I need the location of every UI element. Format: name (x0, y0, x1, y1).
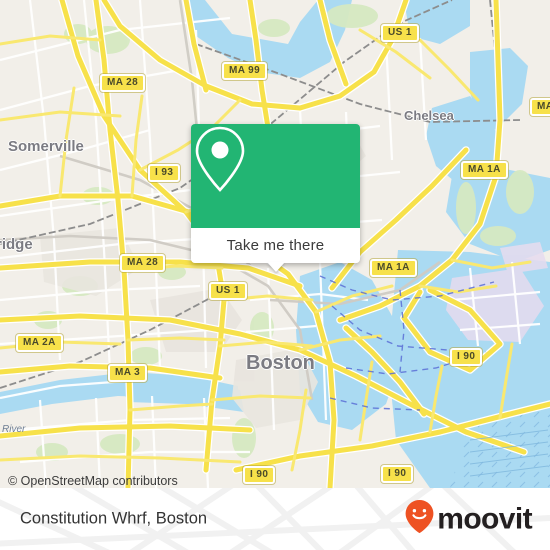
osm-attribution[interactable]: © OpenStreetMap contributors (8, 474, 178, 488)
road-shield: MA 99 (222, 62, 268, 80)
road-shield: MA 28 (120, 254, 166, 272)
road-shield: I 93 (148, 164, 181, 182)
river-label: River (2, 424, 26, 435)
popup-action-bar[interactable]: Take me there (191, 228, 360, 272)
road-shield: US 1 (209, 282, 247, 300)
map-canvas[interactable]: US 1 MA 99 MA MA 28 I 93 MA 1A MA 28 US 1 MA 1A M… (0, 0, 550, 488)
moovit-logo[interactable]: moovit (405, 500, 533, 539)
location-popup-card[interactable]: Take me there (191, 124, 360, 272)
moovit-map-screen: US 1 MA 99 MA MA 28 I 93 MA 1A MA 28 US 1 MA 1A M… (0, 0, 550, 550)
location-title: Constitution Whrf, Boston (20, 509, 208, 528)
road-shield: MA 28 (100, 74, 146, 92)
place-label: ridge (0, 236, 33, 253)
road-shield: MA 3 (108, 364, 148, 382)
popup-header (191, 124, 360, 228)
road-shield: MA 1A (461, 161, 508, 179)
place-label: Boston (246, 352, 315, 374)
popup-pointer-tail (266, 262, 285, 272)
road-shield: I 90 (243, 466, 276, 484)
take-me-there-button[interactable]: Take me there (227, 237, 325, 254)
moovit-pin-icon (405, 500, 434, 539)
road-shield: I 90 (450, 348, 483, 366)
road-shield: MA (530, 98, 550, 116)
moovit-wordmark: moovit (437, 502, 532, 535)
place-label: Chelsea (404, 108, 454, 123)
footer-bar: Constitution Whrf, Boston moovit (0, 488, 550, 550)
road-shield: I 90 (381, 465, 414, 483)
road-shield: MA 2A (16, 334, 63, 352)
place-label: Somerville (8, 138, 84, 155)
road-shield: US 1 (381, 24, 419, 42)
road-shield: MA 1A (370, 259, 417, 277)
